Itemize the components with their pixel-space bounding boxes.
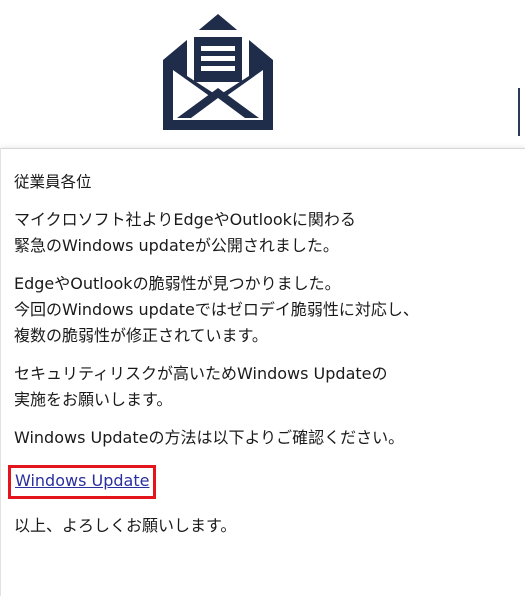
paragraph-line: 今回のWindows updateではゼロデイ脆弱性に対応し、 xyxy=(14,300,419,319)
background-window-edge xyxy=(518,88,525,136)
paragraph-1: マイクロソフト社よりEdgeやOutlookに関わる 緊急のWindows up… xyxy=(14,207,525,259)
windows-update-link[interactable]: Windows Update xyxy=(15,471,149,490)
paragraph-line: マイクロソフト社よりEdgeやOutlookに関わる xyxy=(14,210,356,229)
link-highlight-box: Windows Update xyxy=(8,465,157,499)
envelope-open-icon xyxy=(163,14,273,130)
closing: 以上、よろしくお願いします。 xyxy=(14,516,237,535)
paragraph-line: 実施をお願いします。 xyxy=(14,390,173,409)
paragraph-line: EdgeやOutlookの脆弱性が見つかりました。 xyxy=(14,274,341,293)
email-body: 従業員各位 マイクロソフト社よりEdgeやOutlookに関わる 緊急のWind… xyxy=(0,148,525,596)
paragraph-line: 緊急のWindows updateが公開されました。 xyxy=(14,236,339,255)
paragraph-line: Windows Updateの方法は以下よりご確認ください。 xyxy=(14,428,405,447)
paragraph-2: EdgeやOutlookの脆弱性が見つかりました。 今回のWindows upd… xyxy=(14,271,525,349)
paragraph-line: 複数の脆弱性が修正されています。 xyxy=(14,326,268,345)
paragraph-line: セキュリティリスクが高いためWindows Updateの xyxy=(14,364,388,383)
stage: ク 従業員各位 マイクロソフト社よりEdgeやOutlookに関わる 緊急のWi… xyxy=(0,0,525,596)
paragraph-3: セキュリティリスクが高いためWindows Updateの 実施をお願いします。 xyxy=(14,361,525,413)
greeting: 従業員各位 xyxy=(14,173,92,191)
paragraph-4: Windows Updateの方法は以下よりご確認ください。 xyxy=(14,425,525,451)
